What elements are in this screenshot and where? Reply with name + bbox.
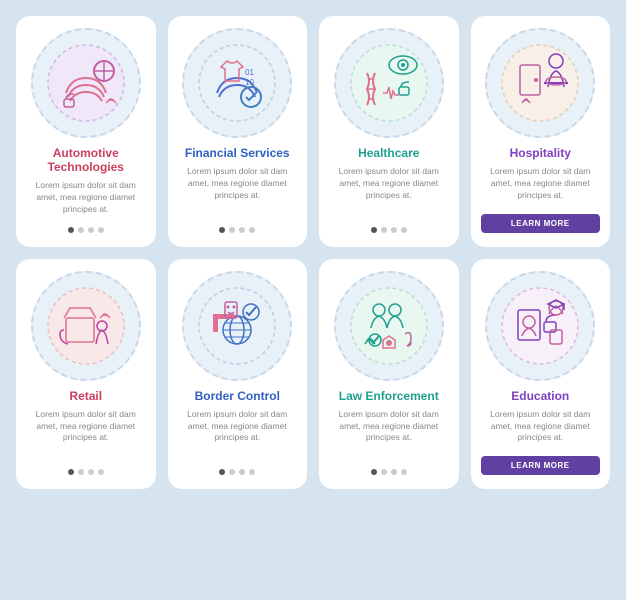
law-dot-0: [371, 469, 377, 475]
law-icon-circle: [334, 271, 444, 381]
retail-dots: [68, 469, 104, 475]
automotive-dot-2: [88, 227, 94, 233]
financial-icon-circle: [182, 28, 292, 138]
financial-dot-2: [239, 227, 245, 233]
border-dot-2: [239, 469, 245, 475]
financial-title: Financial Services: [185, 146, 290, 160]
healthcare-dots: [371, 227, 407, 233]
education-body: Lorem ipsum dolor sit dam amet, mea regi…: [481, 409, 601, 445]
card-automotive: Automotive Technologies Lorem ipsum dolor…: [16, 16, 156, 247]
retail-title: Retail: [69, 389, 102, 403]
healthcare-dot-0: [371, 227, 377, 233]
card-grid: Automotive Technologies Lorem ipsum dolor…: [16, 16, 610, 489]
financial-dots: [219, 227, 255, 233]
law-title: Law Enforcement: [339, 389, 439, 403]
border-dots: [219, 469, 255, 475]
border-title: Border Control: [195, 389, 280, 403]
border-body: Lorem ipsum dolor sit dam amet, mea regi…: [178, 409, 298, 445]
retail-dot-3: [98, 469, 104, 475]
card-retail: Retail Lorem ipsum dolor sit dam amet, me…: [16, 259, 156, 490]
automotive-icon-circle: [31, 28, 141, 138]
card-financial: Financial Services Lorem ipsum dolor sit …: [168, 16, 308, 247]
retail-dot-0: [68, 469, 74, 475]
retail-body: Lorem ipsum dolor sit dam amet, mea regi…: [26, 409, 146, 445]
financial-dot-3: [249, 227, 255, 233]
border-dot-0: [219, 469, 225, 475]
education-title: Education: [511, 389, 569, 403]
card-border: Border Control Lorem ipsum dolor sit dam …: [168, 259, 308, 490]
healthcare-dot-1: [381, 227, 387, 233]
border-icon-circle: [182, 271, 292, 381]
card-law: Law Enforcement Lorem ipsum dolor sit dam…: [319, 259, 459, 490]
retail-dot-2: [88, 469, 94, 475]
border-dot-3: [249, 469, 255, 475]
healthcare-title: Healthcare: [358, 146, 419, 160]
retail-icon-circle: [31, 271, 141, 381]
automotive-dot-1: [78, 227, 84, 233]
financial-body: Lorem ipsum dolor sit dam amet, mea regi…: [178, 166, 298, 202]
card-hospitality: Hospitality Lorem ipsum dolor sit dam ame…: [471, 16, 611, 247]
financial-dot-1: [229, 227, 235, 233]
law-dot-1: [381, 469, 387, 475]
card-education: Education Lorem ipsum dolor sit dam amet,…: [471, 259, 611, 490]
automotive-dot-0: [68, 227, 74, 233]
hospitality-learn-more-button[interactable]: LEARN MORE: [481, 214, 601, 233]
education-learn-more-button[interactable]: LEARN MORE: [481, 456, 601, 475]
automotive-dot-3: [98, 227, 104, 233]
healthcare-dot-2: [391, 227, 397, 233]
healthcare-icon-circle: [334, 28, 444, 138]
hospitality-icon-circle: [485, 28, 595, 138]
healthcare-body: Lorem ipsum dolor sit dam amet, mea regi…: [329, 166, 449, 202]
border-dot-1: [229, 469, 235, 475]
law-body: Lorem ipsum dolor sit dam amet, mea regi…: [329, 409, 449, 445]
automotive-dots: [68, 227, 104, 233]
education-icon-circle: [485, 271, 595, 381]
retail-dot-1: [78, 469, 84, 475]
automotive-title: Automotive Technologies: [26, 146, 146, 174]
law-dot-3: [401, 469, 407, 475]
law-dot-2: [391, 469, 397, 475]
hospitality-body: Lorem ipsum dolor sit dam amet, mea regi…: [481, 166, 601, 202]
card-healthcare: Healthcare Lorem ipsum dolor sit dam amet…: [319, 16, 459, 247]
hospitality-title: Hospitality: [510, 146, 571, 160]
automotive-body: Lorem ipsum dolor sit dam amet, mea regi…: [26, 180, 146, 216]
healthcare-dot-3: [401, 227, 407, 233]
law-dots: [371, 469, 407, 475]
financial-dot-0: [219, 227, 225, 233]
